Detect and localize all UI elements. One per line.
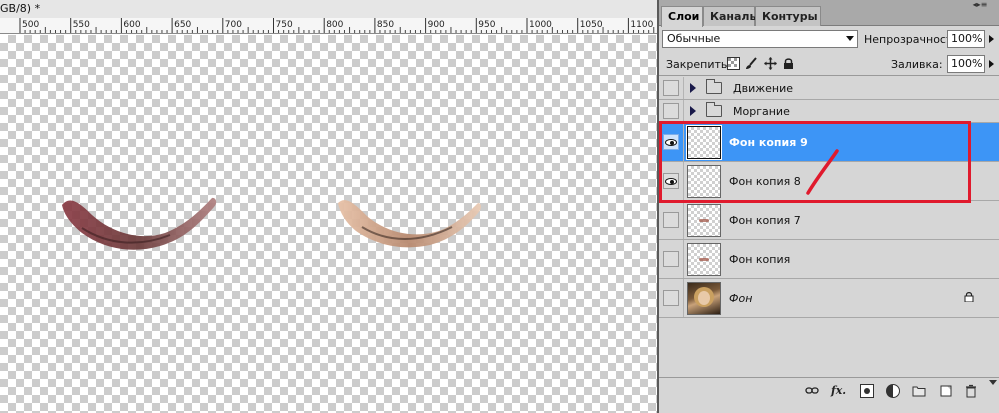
visibility-toggle[interactable]: [663, 212, 679, 228]
layer-row[interactable]: Фон копия: [659, 240, 999, 279]
layer-group-row[interactable]: Моргание: [659, 100, 999, 123]
thumbnail-mark: [699, 258, 709, 261]
row-divider: [683, 162, 684, 200]
new-group-icon[interactable]: [912, 384, 926, 398]
group-label: Моргание: [733, 105, 790, 118]
layers-panel: Слои Каналы Контуры ◂▸≡ Обычные Непрозра…: [657, 0, 999, 413]
ruler-tick-label: 950: [478, 20, 495, 30]
layer-mask-icon[interactable]: [860, 384, 874, 398]
ruler-tick-label: 1000: [529, 20, 552, 30]
fill-label: Заливка:: [891, 58, 943, 71]
ruler-tick-label: 1050: [580, 20, 603, 30]
lock-pixels-brush-icon[interactable]: [745, 57, 758, 70]
lock-row: Закрепить: Заливка: 100%: [659, 52, 999, 76]
ruler-tick-label: 900: [428, 20, 445, 30]
row-divider: [683, 123, 684, 161]
ruler-tick-label: 750: [276, 20, 293, 30]
layers-list: Движение Моргание Фон копия 9 Фон копия …: [659, 77, 999, 377]
layer-label[interactable]: Фон копия: [729, 253, 790, 266]
blend-mode-select[interactable]: Обычные: [662, 30, 858, 48]
smile-light-shape: [338, 200, 481, 248]
ruler-tick-label: 800: [326, 20, 343, 30]
row-divider: [683, 240, 684, 278]
lock-transparency-icon[interactable]: [727, 57, 740, 70]
ruler-tick-label: 700: [225, 20, 242, 30]
new-layer-icon[interactable]: [939, 384, 953, 398]
ruler-tick-label: 650: [174, 20, 191, 30]
fx-icon[interactable]: fx.: [831, 384, 846, 398]
layer-thumbnail[interactable]: [687, 243, 721, 276]
lock-all-icon[interactable]: [782, 57, 795, 70]
document-window: GB/8) * 500 550 600 650 700 750 800 850 900 950 10…: [0, 0, 657, 413]
horizontal-ruler[interactable]: 500 550 600 650 700 750 800 850 900 950 1000 1050 11…: [0, 18, 657, 34]
row-divider: [683, 279, 684, 317]
row-divider: [683, 201, 684, 239]
thumbnail-mark: [699, 219, 709, 222]
photo-face: [698, 291, 710, 305]
link-icon[interactable]: [805, 384, 819, 398]
visibility-toggle[interactable]: [663, 251, 679, 267]
row-divider: [683, 100, 684, 122]
layer-thumbnail[interactable]: [687, 204, 721, 237]
annotation-pen-stroke: [806, 149, 839, 195]
layer-label[interactable]: Фон: [729, 292, 752, 305]
visibility-toggle[interactable]: [663, 134, 679, 150]
folder-icon: [706, 102, 722, 117]
ruler-svg: 500 550 600 650 700 750 800 850 900 950 1000 1050 11…: [19, 18, 655, 33]
ruler-tick-label: 500: [22, 20, 39, 30]
ruler-tick-label: 850: [377, 20, 394, 30]
smile-dark-shape: [62, 197, 217, 250]
lock-label: Закрепить:: [666, 58, 732, 71]
eye-icon: [665, 139, 677, 146]
opacity-slider-arrow-icon[interactable]: [989, 35, 994, 43]
layer-thumbnail[interactable]: [687, 165, 721, 198]
layer-row[interactable]: Фон копия 7: [659, 201, 999, 240]
tab-layers[interactable]: Слои: [661, 6, 703, 27]
blend-row: Обычные Непрозрачность: 100%: [659, 27, 999, 51]
layer-lock-icon: [964, 292, 974, 302]
group-label: Движение: [733, 82, 794, 95]
tab-paths[interactable]: Контуры: [755, 6, 821, 26]
expand-caret-icon[interactable]: [690, 106, 696, 116]
lock-position-move-icon[interactable]: [764, 57, 777, 70]
blend-mode-value: Обычные: [667, 32, 721, 45]
layer-thumbnail[interactable]: [687, 126, 721, 159]
visibility-toggle[interactable]: [663, 103, 679, 119]
transparent-canvas[interactable]: [0, 35, 657, 413]
panel-scroll-arrow-icon[interactable]: [989, 380, 997, 385]
tab-channels[interactable]: Каналы: [703, 6, 759, 26]
ruler-tick-label: 550: [73, 20, 90, 30]
visibility-toggle[interactable]: [663, 290, 679, 306]
layers-bottom-toolbar: fx.: [659, 377, 999, 413]
eye-pupil: [670, 141, 674, 145]
adjustment-layer-icon[interactable]: [886, 384, 900, 398]
panel-menu-icon[interactable]: ◂▸≡: [969, 0, 991, 12]
row-divider: [683, 77, 684, 99]
canvas-artwork: [62, 197, 481, 250]
opacity-input[interactable]: 100%: [947, 30, 985, 48]
ruler-tick-label: 1100: [630, 20, 653, 30]
chevron-down-icon: [846, 36, 854, 41]
photo-thumbnail[interactable]: [687, 282, 721, 315]
fill-slider-arrow-icon[interactable]: [989, 60, 994, 68]
layer-label[interactable]: Фон копия 7: [729, 214, 801, 227]
fill-input[interactable]: 100%: [947, 55, 985, 73]
photoshop-window: GB/8) * 500 550 600 650 700 750 800 850 900 950 10…: [0, 0, 999, 413]
expand-caret-icon[interactable]: [690, 83, 696, 93]
panel-tab-bar: Слои Каналы Контуры ◂▸≡: [659, 0, 999, 27]
folder-icon: [706, 79, 722, 94]
trash-icon[interactable]: [964, 384, 978, 398]
document-title[interactable]: GB/8) *: [0, 0, 657, 18]
eye-pupil: [670, 180, 674, 184]
ruler-tick-label: 600: [123, 20, 140, 30]
visibility-toggle[interactable]: [663, 80, 679, 96]
visibility-toggle[interactable]: [663, 173, 679, 189]
layer-group-row[interactable]: Движение: [659, 77, 999, 100]
layer-row[interactable]: Фон: [659, 279, 999, 318]
eye-icon: [665, 178, 677, 185]
